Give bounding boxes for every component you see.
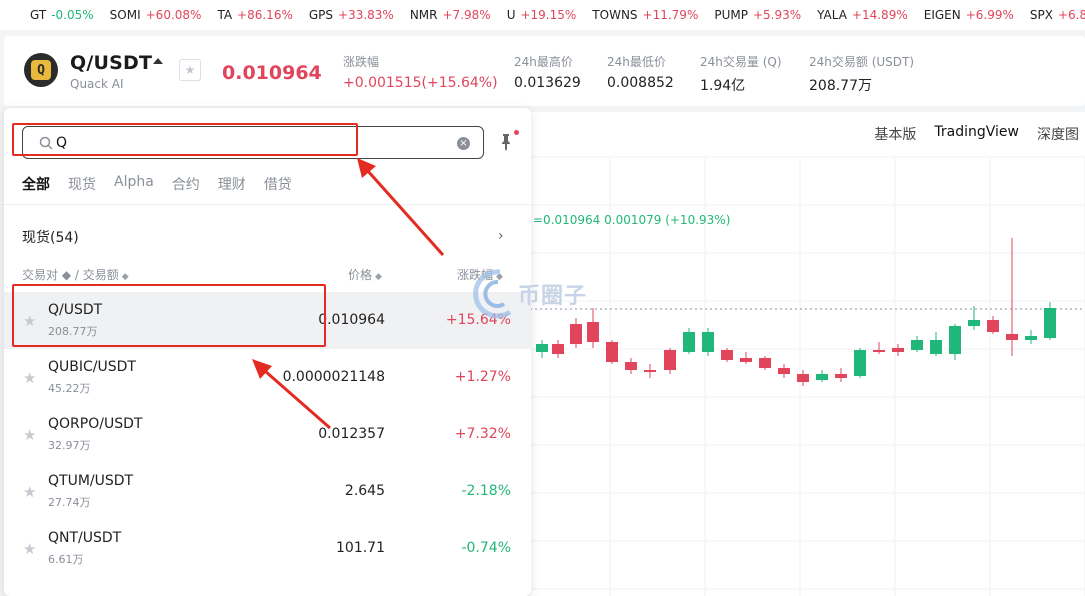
- annotation-arrows: [252, 158, 445, 430]
- arrow-to-row: [264, 369, 331, 430]
- arrow-to-search: [365, 169, 445, 256]
- app-root: GT -0.05% SOMI +60.08% TA +86.16% GPS +33.83…: [0, 0, 1085, 596]
